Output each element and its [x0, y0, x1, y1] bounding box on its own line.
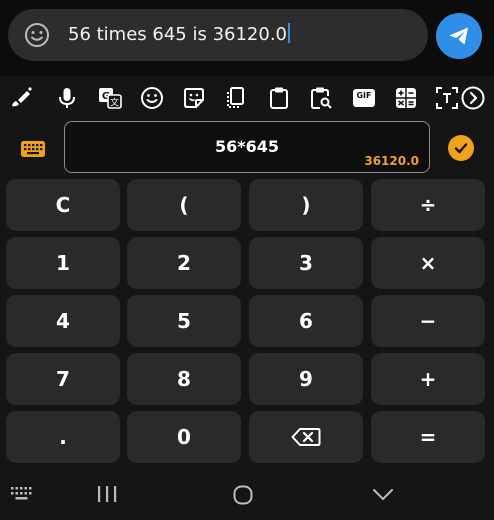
key-digit-0[interactable]: 0 [127, 411, 241, 463]
key-label: = [419, 425, 437, 449]
smiley-icon[interactable] [24, 22, 50, 48]
key-digit-7[interactable]: 7 [6, 353, 120, 405]
key-label: 6 [299, 309, 313, 333]
clipboard-icon[interactable] [266, 85, 292, 111]
key-label: ( [179, 193, 189, 217]
result-preview: 36120.0 [364, 154, 419, 168]
key-label: 4 [56, 309, 70, 333]
key-backspace[interactable] [249, 411, 363, 463]
key-label: × [419, 251, 437, 275]
key-close-paren[interactable]: ) [249, 179, 363, 231]
chevron-down-icon [373, 489, 393, 500]
gif-icon[interactable]: GIF [351, 85, 377, 111]
key-clear[interactable]: C [6, 179, 120, 231]
key-multiply[interactable]: × [371, 237, 485, 289]
keyboard-switch-button[interactable] [20, 140, 46, 158]
key-digit-4[interactable]: 4 [6, 295, 120, 347]
home-button[interactable] [232, 484, 254, 506]
message-text: 56 times 645 is 36120.0 [68, 22, 291, 48]
send-icon [449, 27, 468, 45]
expression-field[interactable]: 56*645 36120.0 [64, 121, 430, 173]
key-divide[interactable]: ÷ [371, 179, 485, 231]
key-label: . [59, 425, 67, 449]
key-digit-8[interactable]: 8 [127, 353, 241, 405]
key-label: 0 [177, 425, 191, 449]
confirm-button[interactable] [448, 135, 474, 161]
keyboard: G文 GIF 56*645 36120.0 C () ÷ 1 2 3 × 4 … [0, 76, 494, 520]
key-label: − [419, 309, 437, 333]
key-label: ÷ [419, 193, 437, 217]
key-digit-3[interactable]: 3 [249, 237, 363, 289]
calculator-display-row: 56*645 36120.0 [0, 120, 494, 176]
keyboard-grid-icon [11, 487, 32, 500]
message-input[interactable]: 56 times 645 is 36120.0 [8, 9, 428, 61]
text-caret [288, 23, 291, 43]
translate-icon[interactable]: G文 [97, 85, 123, 111]
key-label: + [419, 367, 437, 391]
key-label: 5 [177, 309, 191, 333]
one-handed-icon[interactable] [223, 85, 249, 111]
calculator-icon[interactable] [393, 85, 419, 111]
back-button[interactable] [372, 484, 394, 504]
key-plus[interactable]: + [371, 353, 485, 405]
emoji-icon[interactable] [139, 85, 165, 111]
keyboard-toolbar: G文 GIF [0, 76, 494, 118]
key-digit-9[interactable]: 9 [249, 353, 363, 405]
text-select-icon[interactable] [434, 85, 460, 111]
key-digit-5[interactable]: 5 [127, 295, 241, 347]
clipboard-search-icon[interactable] [308, 85, 334, 111]
key-label: 2 [177, 251, 191, 275]
key-digit-2[interactable]: 2 [127, 237, 241, 289]
key-label: 7 [56, 367, 70, 391]
key-digit-6[interactable]: 6 [249, 295, 363, 347]
key-digit-1[interactable]: 1 [6, 237, 120, 289]
pen-icon[interactable] [8, 85, 34, 111]
navigation-bar [0, 472, 494, 520]
key-label: 3 [299, 251, 313, 275]
key-label: 9 [299, 367, 313, 391]
gif-label: GIF [356, 91, 372, 100]
message-area: 56 times 645 is 36120.0 [0, 0, 494, 76]
checkmark-icon [454, 143, 468, 154]
mic-icon[interactable] [54, 85, 80, 111]
svg-text:文: 文 [110, 97, 119, 109]
send-button[interactable] [436, 13, 482, 59]
recent-apps-button[interactable] [96, 484, 118, 504]
backspace-icon [291, 428, 321, 446]
key-equals[interactable]: = [371, 411, 485, 463]
keyboard-icon [21, 141, 45, 157]
chevron-right-icon[interactable] [460, 85, 486, 111]
recent-apps-icon [98, 486, 117, 502]
key-minus[interactable]: − [371, 295, 485, 347]
key-open-paren[interactable]: ( [127, 179, 241, 231]
key-decimal[interactable]: . [6, 411, 120, 463]
key-label: 8 [177, 367, 191, 391]
keyboard-hide-button[interactable] [10, 486, 34, 500]
sticker-icon[interactable] [181, 85, 207, 111]
home-icon [233, 485, 253, 505]
key-label: ) [301, 193, 311, 217]
key-label: C [55, 193, 71, 217]
key-label: 1 [56, 251, 70, 275]
